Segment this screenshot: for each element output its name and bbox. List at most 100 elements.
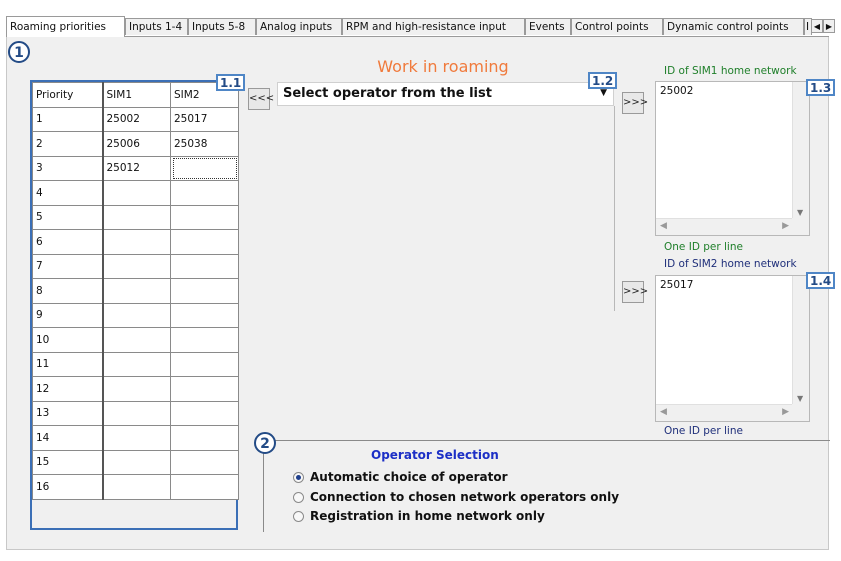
table-row: 12 <box>32 376 239 402</box>
sim1-cell[interactable]: 25012 <box>102 155 171 181</box>
tab-scroll-left-icon[interactable]: ◀ <box>811 19 823 33</box>
table-row: 9 <box>32 302 239 328</box>
badge-1-3: 1.3 <box>806 79 836 96</box>
vertical-scrollbar[interactable]: ▼ <box>792 276 809 405</box>
scroll-down-icon[interactable]: ▼ <box>797 394 803 403</box>
horizontal-scrollbar[interactable]: ◀ ▶ <box>656 218 793 235</box>
scroll-corner <box>792 218 809 235</box>
sim2-cell[interactable] <box>170 229 239 255</box>
sim1-cell[interactable] <box>102 327 171 353</box>
add-sim2-home-button[interactable]: >>> <box>622 281 648 303</box>
scroll-right-icon[interactable]: ▶ <box>782 221 789 231</box>
priority-cell: 3 <box>32 155 104 181</box>
operator-selection-group: Operator Selection Automatic choice of o… <box>263 440 830 532</box>
sim2-cell[interactable] <box>170 155 239 181</box>
col-header-priority: Priority <box>32 82 104 108</box>
tab-inputs-1-4[interactable]: Inputs 1-4 <box>125 18 188 35</box>
priority-cell: 9 <box>32 302 104 328</box>
work-in-roaming-title: Work in roaming <box>377 57 509 76</box>
table-row: 10 <box>32 327 239 353</box>
sim2-home-network-value: 25017 <box>660 279 694 291</box>
sim2-cell[interactable] <box>170 302 239 328</box>
sim1-cell[interactable]: 25002 <box>102 106 171 132</box>
tab-analog-inputs[interactable]: Analog inputs <box>256 18 342 35</box>
sim1-cell[interactable] <box>102 376 171 402</box>
sim1-cell[interactable] <box>102 278 171 304</box>
sim1-home-network-label: ID of SIM1 home network <box>664 65 797 77</box>
scroll-down-icon[interactable]: ▼ <box>797 208 803 217</box>
sim2-cell[interactable] <box>170 327 239 353</box>
priority-table: Priority SIM1 SIM2 1 25002 25017 2 25006 2503… <box>30 80 239 530</box>
sim1-home-network-textarea[interactable]: 25002 ▼ ◀ ▶ <box>655 81 810 236</box>
horizontal-scrollbar[interactable]: ◀ ▶ <box>656 404 793 421</box>
sim1-cell[interactable] <box>102 351 171 377</box>
priority-cell: 2 <box>32 131 104 157</box>
badge-1-1: 1.1 <box>216 74 246 91</box>
sim1-cell[interactable] <box>102 180 171 206</box>
sim2-cell[interactable] <box>170 425 239 451</box>
sim1-cell[interactable] <box>102 474 171 500</box>
add-sim1-home-button[interactable]: >>> <box>622 92 648 114</box>
radio-icon[interactable] <box>293 511 304 522</box>
sim2-cell[interactable] <box>170 253 239 279</box>
section-2-marker: 2 <box>254 432 276 454</box>
tab-scroll-right-icon[interactable]: ▶ <box>823 19 835 33</box>
tab-events[interactable]: Events <box>525 18 571 35</box>
sim1-cell[interactable]: 25006 <box>102 131 171 157</box>
sim1-cell[interactable] <box>102 449 171 475</box>
radio-label: Automatic choice of operator <box>310 470 508 484</box>
radio-icon[interactable] <box>293 492 304 503</box>
sim1-cell[interactable] <box>102 204 171 230</box>
operator-select-dropdown[interactable]: Select operator from the list ▼ <box>277 82 614 106</box>
tab-inputs-5-8[interactable]: Inputs 5-8 <box>188 18 256 35</box>
priority-cell: 11 <box>32 351 104 377</box>
sim2-cell[interactable] <box>170 180 239 206</box>
sim2-cell[interactable] <box>170 351 239 377</box>
sim2-cell[interactable] <box>170 400 239 426</box>
sim2-cell[interactable]: 25017 <box>170 106 239 132</box>
move-left-button[interactable]: <<< <box>248 88 274 110</box>
priority-cell: 14 <box>32 425 104 451</box>
priority-cell: 12 <box>32 376 104 402</box>
sim2-cell[interactable] <box>170 278 239 304</box>
chevron-down-icon[interactable]: ▼ <box>600 88 607 98</box>
priority-cell: 15 <box>32 449 104 475</box>
badge-1-4: 1.4 <box>806 272 836 289</box>
sim2-cell[interactable] <box>170 376 239 402</box>
sim2-home-network-textarea[interactable]: 25017 ▼ ◀ ▶ <box>655 275 810 422</box>
sim2-home-network-label: ID of SIM2 home network <box>664 258 797 270</box>
tab-dynamic-control-points[interactable]: Dynamic control points <box>663 18 804 35</box>
priority-cell: 1 <box>32 106 104 132</box>
sim2-cell[interactable] <box>170 449 239 475</box>
table-row: 14 <box>32 425 239 451</box>
scroll-right-icon[interactable]: ▶ <box>782 407 789 417</box>
badge-1-2: 1.2 <box>588 72 618 89</box>
table-header-row: Priority SIM1 SIM2 <box>32 82 239 108</box>
tab-rpm-high-resistance-input[interactable]: RPM and high-resistance input <box>342 18 525 35</box>
operator-selection-title: Operator Selection <box>371 448 499 462</box>
priority-cell: 13 <box>32 400 104 426</box>
scroll-left-icon[interactable]: ◀ <box>660 407 667 417</box>
sim1-hint: One ID per line <box>664 241 743 253</box>
scroll-left-icon[interactable]: ◀ <box>660 221 667 231</box>
sim1-cell[interactable] <box>102 302 171 328</box>
table-row: 1 25002 25017 <box>32 106 239 132</box>
priority-cell: 4 <box>32 180 104 206</box>
sim2-cell[interactable] <box>170 204 239 230</box>
table-row: 16 <box>32 474 239 500</box>
scroll-corner <box>792 404 809 421</box>
sim2-cell[interactable] <box>170 474 239 500</box>
tab-control-points[interactable]: Control points <box>571 18 663 35</box>
vertical-scrollbar[interactable]: ▼ <box>792 82 809 219</box>
tab-roaming-priorities[interactable]: Roaming priorities <box>6 16 125 37</box>
radio-icon[interactable] <box>293 472 304 483</box>
table-row: 2 25006 25038 <box>32 131 239 157</box>
sim1-cell[interactable] <box>102 253 171 279</box>
sim2-cell[interactable]: 25038 <box>170 131 239 157</box>
sim1-cell[interactable] <box>102 425 171 451</box>
table-row: 5 <box>32 204 239 230</box>
radio-label: Registration in home network only <box>310 509 545 523</box>
sim2-hint: One ID per line <box>664 425 743 437</box>
sim1-cell[interactable] <box>102 229 171 255</box>
sim1-cell[interactable] <box>102 400 171 426</box>
